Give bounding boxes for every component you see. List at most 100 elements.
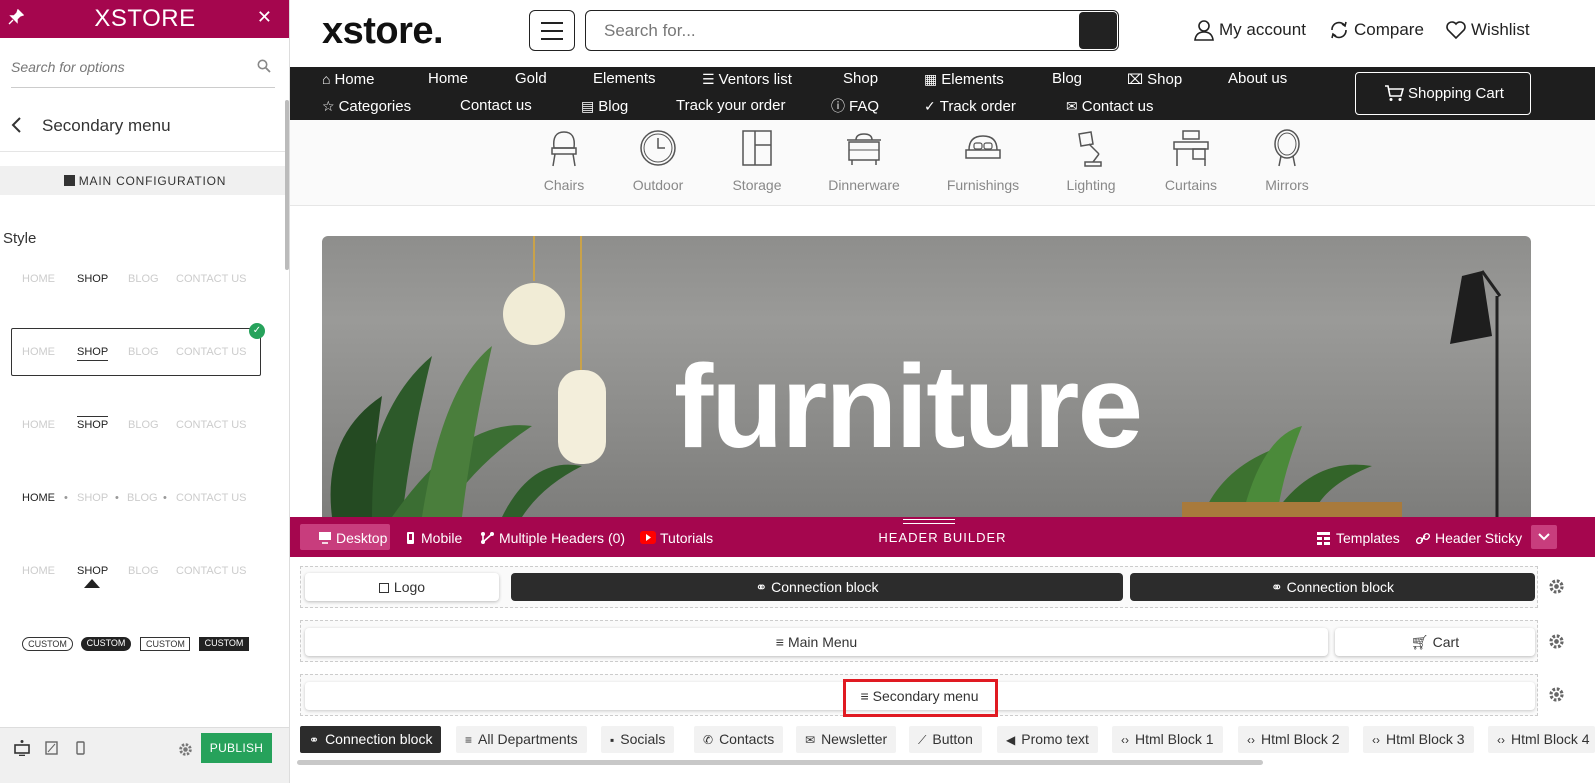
nav-item-ventors-list[interactable]: ☰ Ventors list [702,69,792,89]
tray-item-html-block-3[interactable]: ‹› Html Block 3 [1363,726,1474,753]
site-search [585,10,1119,51]
style-item: SHOP [77,565,109,577]
nav-item-shop-basket[interactable]: ⌧ Shop [1127,69,1182,89]
category-storage[interactable]: Storage [707,120,807,206]
connection-icon: ⚭ [755,579,768,595]
style-option-5[interactable]: HOME SHOP BLOG CONTACT US [22,565,262,585]
tray-item-all-departments[interactable]: ≡ All Departments [456,726,587,753]
publish-button[interactable]: PUBLISH [201,733,272,763]
custom-style-pill-outline[interactable]: CUSTOM [22,637,73,651]
tablet-preview-icon[interactable] [45,741,58,755]
tray-item-html-block-4[interactable]: ‹› Html Block 4 [1488,726,1595,753]
site-logo[interactable]: xstore. [322,10,444,53]
connection-block-2[interactable]: ⚭ Connection block [1130,573,1535,601]
style-item: HOME [22,492,55,504]
wishlist-link[interactable]: Wishlist [1445,19,1535,41]
triangle-indicator-icon [84,579,100,588]
back-arrow-icon[interactable] [10,116,24,134]
tray-item-newsletter[interactable]: ✉ Newsletter [796,726,897,753]
desktop-preview-icon[interactable] [14,740,30,756]
row-settings-gear-icon[interactable] [1548,686,1565,703]
main-configuration-tab[interactable]: MAIN CONFIGURATION [0,166,289,195]
nav-item-contact-us[interactable]: Contact us [460,96,532,116]
cart-block[interactable]: 🛒︎ Cart [1335,628,1535,656]
phone-icon: ✆ [703,733,714,747]
tray-item-contacts[interactable]: ✆ Contacts [694,726,784,753]
style-option-1[interactable]: HOME SHOP BLOG CONTACT US [22,273,262,293]
style-option-4[interactable]: HOME • SHOP • BLOG • CONTACT US [22,492,262,512]
connection-block-1[interactable]: ⚭ Connection block [511,573,1123,601]
drag-handle-icon[interactable] [903,519,955,524]
category-dinnerware[interactable]: Dinnerware [814,120,914,206]
nav-item-elements-grid[interactable]: ▦ Elements [924,69,1004,89]
category-mirrors[interactable]: Mirrors [1237,120,1337,206]
home-icon: ⌂ [322,71,331,87]
chair-icon [551,131,577,167]
nav-item-about-us[interactable]: About us [1228,69,1287,89]
connection-block-label: Connection block [771,579,879,595]
custom-style-square-dark[interactable]: CUSTOM [199,637,249,651]
secondary-menu-highlight [843,679,998,717]
style-item: HOME [22,273,55,285]
menu-icon: ≡ [775,634,784,650]
tray-horizontal-scrollbar[interactable] [297,760,1263,765]
dot-separator: • [163,492,167,504]
options-search-input[interactable] [11,52,246,82]
tray-item-connection-block[interactable]: ⚭ Connection block [300,726,442,753]
style-item: CONTACT US [176,273,247,285]
tray-item-button[interactable]: ⟋ Button [909,726,982,753]
collapse-chevron-button[interactable] [1531,525,1557,549]
row-settings-gear-icon[interactable] [1548,578,1565,595]
my-account-link[interactable]: My account [1193,19,1313,41]
hamburger-menu-button[interactable] [529,10,575,51]
tray-item-html-block-2[interactable]: ‹› Html Block 2 [1238,726,1349,753]
custom-style-square-outline[interactable]: CUSTOM [140,637,190,651]
bed-icon [965,135,1001,159]
nav-item-gold[interactable]: Gold [515,69,547,89]
main-menu-block[interactable]: ≡ Main Menu [305,628,1328,656]
nav-item-categories[interactable]: ☆ Categories [322,96,411,116]
code-icon: ‹› [1372,733,1380,747]
gear-icon[interactable] [178,742,193,757]
nav-item-home-icon[interactable]: ⌂ Home [322,69,374,89]
search-icon[interactable] [257,59,271,73]
shopping-cart-button[interactable]: Shopping Cart [1355,72,1531,115]
style-item: BLOG [128,273,159,285]
tray-item-socials[interactable]: ▪ Socials [601,726,675,753]
nav-item-home[interactable]: Home [428,69,468,89]
style-option-3[interactable]: HOME SHOP BLOG CONTACT US [22,416,262,436]
mobile-preview-icon[interactable] [76,741,85,755]
tray-item-label: Socials [620,731,666,747]
nav-item-shop[interactable]: Shop [843,69,878,89]
compare-link[interactable]: Compare [1328,19,1433,41]
style-option-2[interactable]: HOME SHOP BLOG CONTACT US [22,346,262,366]
nav-item-faq[interactable]: ⓘ FAQ [831,96,879,116]
nav-item-track-your-order[interactable]: Track your order [676,96,785,116]
category-lighting[interactable]: Lighting [1041,120,1141,206]
nav-item-contact-us-mail[interactable]: ✉ Contact us [1066,96,1153,116]
templates-button[interactable]: Templates [1317,529,1400,547]
nav-label: FAQ [849,98,880,115]
main-menu-block-label: Main Menu [787,634,858,650]
search-submit-button[interactable] [1079,12,1117,49]
nav-item-elements[interactable]: Elements [593,69,656,89]
category-chairs[interactable]: Chairs [514,120,614,206]
custom-style-pill-dark[interactable]: CUSTOM [81,637,131,651]
tray-item-html-block-1[interactable]: ‹› Html Block 1 [1112,726,1223,753]
nav-item-blog[interactable]: Blog [1052,69,1082,89]
logo-block[interactable]: Logo [305,573,499,601]
site-search-input[interactable] [604,19,1064,43]
category-furnishings[interactable]: Furnishings [933,120,1033,206]
hero-banner[interactable]: furniture [322,236,1531,517]
tray-item-promo-text[interactable]: ◀ Promo text [997,726,1098,753]
tray-item-label: Newsletter [821,731,888,747]
category-curtains[interactable]: Curtains [1141,120,1241,206]
close-icon[interactable]: ✕ [257,7,272,28]
panel-scrollbar[interactable] [285,100,289,270]
nav-item-blog-news[interactable]: ▤ Blog [581,96,628,116]
category-outdoor[interactable]: Outdoor [608,120,708,206]
nav-item-track-order[interactable]: ✓ Track order [924,96,1016,116]
header-sticky-button[interactable]: Header Sticky [1416,529,1522,547]
options-search [11,52,275,88]
row-settings-gear-icon[interactable] [1548,633,1565,650]
